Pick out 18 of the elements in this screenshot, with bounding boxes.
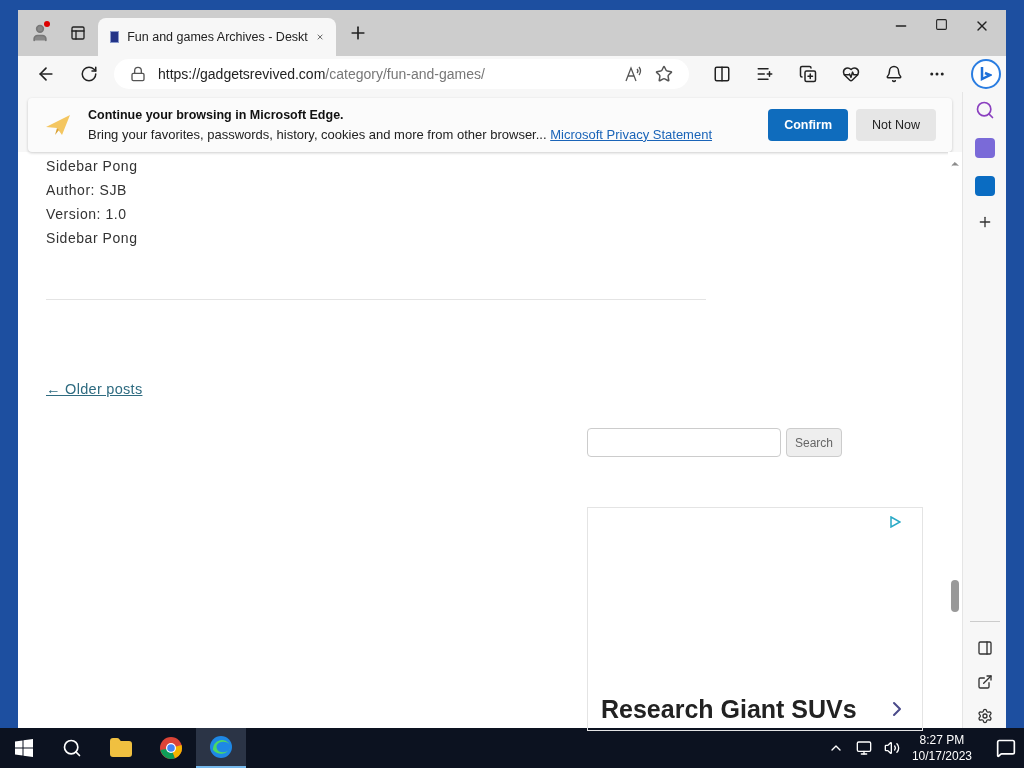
clock-date: 10/17/2023 (911, 748, 972, 764)
clock-time: 8:27 PM (919, 732, 965, 748)
ad-headline[interactable]: Research Giant SUVs (601, 690, 857, 728)
search-button[interactable]: Search (786, 428, 843, 457)
url-text: https://gadgetsrevived.com/category/fun-and-games/ (158, 64, 486, 84)
post-text: Sidebar Pong (46, 157, 139, 176)
tab-title: Fun and games Archives - Deskt (127, 28, 308, 46)
browser-tab[interactable]: Fun and games Archives - Deskt (98, 18, 336, 56)
confirm-button[interactable]: Confirm (768, 109, 849, 141)
dismiss-button[interactable]: Not Now (856, 109, 936, 141)
privacy-link[interactable]: Microsoft Privacy Statement (550, 126, 712, 142)
infobar-title: Continue your browsing in Microsoft Edge. (88, 106, 345, 124)
post-text: Author: SJB (46, 181, 128, 200)
infobar-text: Bring your favorites, passwords, history, cookies and more from other browser... Microsoft Privacy Statement (88, 125, 713, 144)
older-posts-link[interactable]: ← Older posts (46, 381, 143, 397)
post-text: Sidebar Pong (46, 229, 139, 248)
address-bar[interactable]: https://gadgetsrevived.com/category/fun-and-games/ (114, 59, 689, 89)
post-text: Version: 1.0 (46, 205, 128, 224)
